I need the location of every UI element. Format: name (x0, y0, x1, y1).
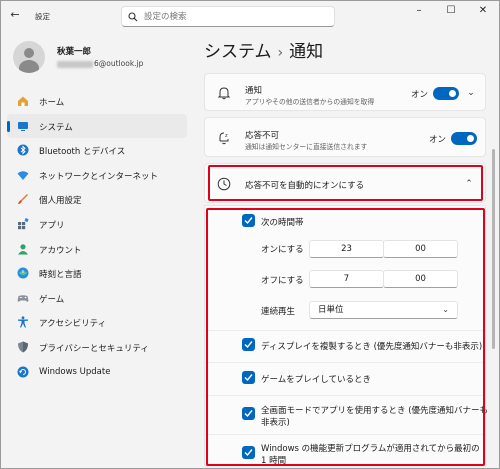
feature-update-checkbox[interactable] (242, 446, 255, 459)
title-bar: ← 設定 – ☐ ✕ (1, 1, 499, 31)
chevron-down-icon[interactable]: ⌄ (465, 87, 477, 99)
brush-icon (18, 194, 28, 205)
sidebar-item-network[interactable]: ネットワークとインターネット (7, 163, 187, 188)
system-icon (18, 121, 28, 131)
duplicate-display-checkbox[interactable] (242, 338, 255, 351)
app-title: 設定 (35, 12, 50, 21)
dnd-card: z 応答不可 通知は通知センターに直接送信されます オン (204, 117, 486, 157)
back-button[interactable]: ← (7, 7, 23, 23)
maximize-button[interactable]: ☐ (435, 1, 467, 23)
notifications-card[interactable]: 通知 アプリやその他の送信者からの通知を取得 オン ⌄ (204, 73, 486, 111)
chevron-up-icon[interactable]: ⌃ (463, 178, 475, 190)
sidebar-nav: ホーム システム Bluetooth とデバイス ネットワークとインターネット … (7, 89, 187, 384)
off-minute-picker[interactable]: 00 (383, 270, 458, 288)
dnd-subtitle: 通知は通知センターに直接送信されます (245, 143, 368, 151)
dnd-bell-icon: z (219, 132, 229, 145)
account-icon (18, 243, 28, 255)
user-name: 秋葉一郎 (57, 47, 92, 57)
schedule-label: 次の時間帯 (261, 218, 304, 228)
fullscreen-label-line1: 全画面モードでアプリを使用するとき (優先度通知バナーも (261, 406, 489, 416)
feature-update-label-line2: 1 時間 (261, 456, 287, 466)
feature-update-label-line1: Windows の機能更新プログラムが適用されてから最初の (261, 444, 480, 454)
chevron-down-icon: ⌄ (442, 305, 449, 314)
sidebar-item-windows-update[interactable]: Windows Update (7, 360, 187, 385)
fullscreen-checkbox[interactable] (242, 407, 255, 420)
close-button[interactable]: ✕ (467, 1, 499, 23)
dnd-state: オン (429, 135, 447, 145)
duplicate-display-label: ディスプレイを複製するとき (優先度通知バナーも非表示) (261, 342, 483, 352)
schedule-checkbox[interactable] (242, 214, 255, 227)
sidebar-item-time-language[interactable]: 時刻と言語 (7, 261, 187, 286)
notifications-toggle[interactable] (433, 87, 459, 100)
sidebar-item-personalization[interactable]: 個人用設定 (7, 187, 187, 212)
clock-icon (17, 267, 29, 279)
page-title: 通知 (289, 42, 324, 62)
search-box[interactable] (121, 6, 335, 27)
auto-dnd-title: 応答不可を自動的にオンにする (245, 181, 365, 191)
gaming-checkbox[interactable] (242, 371, 255, 384)
gamepad-icon (17, 295, 29, 302)
breadcrumb-parent[interactable]: システム (204, 42, 272, 62)
sidebar-item-system[interactable]: システム (7, 113, 187, 139)
sidebar-item-accounts[interactable]: アカウント (7, 237, 187, 262)
notifications-title: 通知 (245, 86, 263, 96)
shield-icon (18, 341, 28, 353)
repeat-label: 連続再生 (261, 307, 296, 317)
avatar[interactable] (13, 41, 45, 73)
auto-dnd-header[interactable]: 応答不可を自動的にオンにする ⌃ (204, 163, 486, 203)
user-email: 6@outlook.jp (57, 59, 143, 68)
on-time-label: オンにする (261, 245, 304, 255)
sidebar-item-apps[interactable]: アプリ (7, 212, 187, 237)
gaming-label: ゲームをプレイしているとき (261, 375, 371, 385)
svg-text:z: z (225, 133, 228, 139)
sidebar-item-privacy[interactable]: プライバシーとセキュリティ (7, 335, 187, 360)
breadcrumb: システム › 通知 (204, 37, 323, 62)
settings-window: ← 設定 – ☐ ✕ 秋葉一郎 6@outlook.jp ホーム システム (0, 0, 500, 469)
repeat-select[interactable]: 日単位 ⌄ (309, 301, 458, 319)
apps-icon (18, 218, 29, 230)
notifications-state: オン (411, 90, 429, 100)
off-hour-picker[interactable]: 7 (309, 270, 384, 288)
redacted-email-part (57, 60, 93, 68)
search-icon (128, 12, 138, 22)
off-time-label: オフにする (261, 276, 304, 286)
sidebar-item-home[interactable]: ホーム (7, 89, 187, 114)
sidebar-item-bluetooth[interactable]: Bluetooth とデバイス (7, 138, 187, 163)
dnd-title: 応答不可 (245, 131, 280, 141)
search-input[interactable] (144, 9, 329, 24)
dnd-toggle[interactable] (451, 132, 477, 145)
home-icon (18, 96, 28, 106)
on-minute-picker[interactable]: 00 (383, 240, 458, 258)
bell-icon (217, 87, 231, 100)
on-hour-picker[interactable]: 23 (309, 240, 384, 258)
fullscreen-label-line2: 非表示) (261, 418, 290, 428)
bluetooth-icon (17, 144, 29, 156)
update-icon (17, 366, 29, 378)
sidebar-item-gaming[interactable]: ゲーム (7, 286, 187, 311)
accessibility-icon (18, 316, 28, 328)
clock-icon (217, 177, 231, 191)
sidebar-item-accessibility[interactable]: アクセシビリティ (7, 310, 187, 335)
minimize-button[interactable]: – (403, 1, 435, 23)
notifications-subtitle: アプリやその他の送信者からの通知を取得 (245, 98, 375, 106)
scrollbar[interactable] (492, 89, 495, 459)
wifi-icon (17, 171, 29, 180)
breadcrumb-separator: › (277, 45, 284, 61)
auto-dnd-panel: 次の時間帯 オンにする 23 00 オフにする 7 00 連続再生 日単位 ⌄ デ… (204, 205, 489, 466)
